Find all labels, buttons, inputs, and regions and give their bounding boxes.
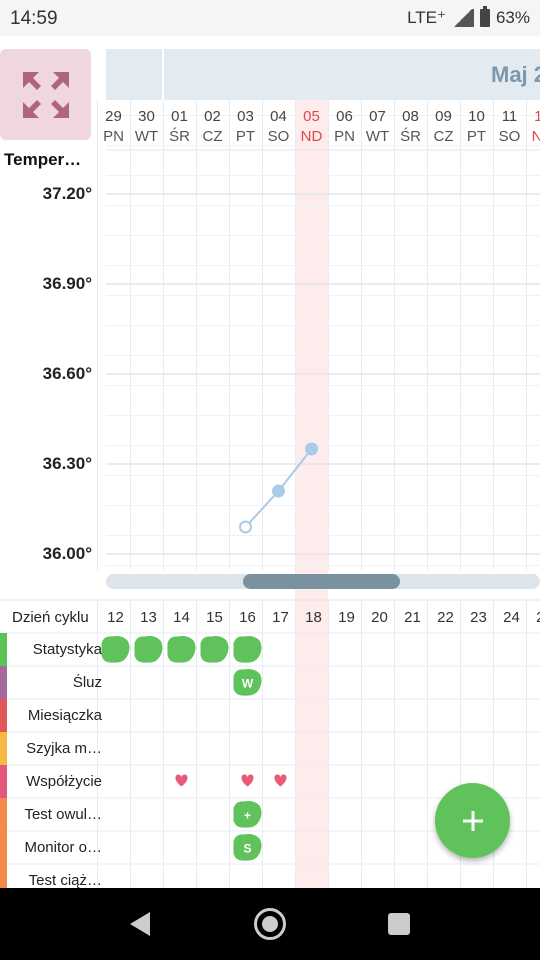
cycle-day-number: 12: [107, 609, 124, 626]
cycle-day-number: 15: [206, 609, 223, 626]
scrollbar-thumb[interactable]: [243, 574, 400, 589]
today-column-highlight: [295, 100, 328, 888]
day-number[interactable]: 10: [468, 108, 485, 125]
network-type: LTE⁺: [407, 8, 446, 27]
entry-mark[interactable]: [101, 636, 130, 663]
table-row-label[interactable]: Miesiączka: [8, 707, 102, 724]
entry-mark[interactable]: [134, 636, 163, 663]
row-color-indicator: [0, 732, 7, 765]
row-color-indicator: [0, 666, 7, 699]
day-number[interactable]: 12: [534, 108, 540, 125]
day-weekday[interactable]: PN: [103, 128, 124, 145]
table-row-label[interactable]: Śluz: [8, 674, 102, 691]
day-weekday[interactable]: PN: [334, 128, 355, 145]
cycle-day-number: 24: [503, 609, 520, 626]
battery-icon: [479, 6, 490, 27]
day-weekday[interactable]: CZ: [203, 128, 223, 145]
day-weekday[interactable]: CZ: [434, 128, 454, 145]
row-color-indicator: [0, 765, 7, 798]
status-bar: 14:59 LTE⁺ 63%: [0, 0, 540, 36]
day-number[interactable]: 01: [171, 108, 188, 125]
day-weekday[interactable]: SO: [268, 128, 290, 145]
temperature-point[interactable]: [272, 484, 285, 498]
day-number[interactable]: 02: [204, 108, 221, 125]
calendar-header-band: [106, 49, 540, 100]
table-row-label[interactable]: Współżycie: [8, 773, 102, 790]
add-entry-button[interactable]: [435, 783, 510, 858]
table-row-label[interactable]: Szyjka m…: [8, 740, 102, 757]
entry-mark[interactable]: [167, 636, 196, 663]
entry-mark[interactable]: [200, 636, 229, 663]
temperature-chart[interactable]: 29 PN 30 WT 01 ŚR 02 CZ 03 PT 04 SO 05 ND 06 PN 07 WT 08 ŚR…: [0, 100, 540, 890]
day-number[interactable]: 29: [105, 108, 122, 125]
battery-level: 63%: [495, 8, 530, 27]
temperature-point[interactable]: [305, 442, 318, 456]
cycle-day-number: 25: [536, 609, 540, 626]
day-weekday[interactable]: PT: [467, 128, 486, 145]
month-label: Maj 2: [491, 62, 540, 87]
day-weekday[interactable]: ŚR: [169, 127, 190, 145]
day-number[interactable]: 11: [502, 108, 518, 125]
table-row-label[interactable]: Test ciąż…: [8, 872, 102, 889]
day-number[interactable]: 30: [138, 108, 155, 125]
day-number[interactable]: 07: [369, 108, 386, 125]
cycle-day-number: 16: [239, 609, 256, 626]
table-row-label[interactable]: Monitor o…: [8, 839, 102, 856]
status-icons: LTE⁺ 63%: [407, 6, 530, 28]
entry-mark[interactable]: [233, 636, 262, 663]
back-icon[interactable]: [130, 912, 150, 936]
cycle-day-number: 21: [404, 609, 421, 626]
signal-icon: [451, 9, 474, 27]
day-number[interactable]: 04: [270, 108, 287, 125]
row-color-indicator: [0, 699, 7, 732]
day-weekday[interactable]: WT: [135, 128, 158, 145]
day-number[interactable]: 06: [336, 108, 353, 125]
table-row-label[interactable]: Test owul…: [8, 806, 102, 823]
row-color-indicator: [0, 831, 7, 864]
table-row-label[interactable]: Statystyka: [8, 641, 102, 658]
row-color-indicator: [0, 633, 7, 666]
cycle-day-number: 13: [140, 609, 157, 626]
row-color-indicator: [0, 798, 7, 831]
plus-icon: [462, 810, 483, 831]
day-number[interactable]: 08: [402, 108, 419, 125]
day-weekday[interactable]: PT: [236, 128, 255, 145]
cycle-day-number: 17: [272, 609, 289, 626]
recent-apps-icon[interactable]: [388, 913, 410, 935]
home-icon[interactable]: [254, 908, 286, 940]
day-number[interactable]: 09: [435, 108, 452, 125]
day-weekday[interactable]: ŚR: [400, 127, 421, 145]
day-weekday[interactable]: WT: [366, 128, 389, 145]
cycle-day-number: 22: [437, 609, 454, 626]
status-time: 14:59: [10, 8, 58, 29]
header-divider: [162, 49, 164, 100]
day-number[interactable]: 05: [303, 108, 320, 125]
day-weekday[interactable]: ND: [301, 128, 323, 145]
day-weekday[interactable]: SO: [499, 128, 521, 145]
day-number[interactable]: 03: [237, 108, 254, 125]
heart-icon[interactable]: [274, 774, 287, 787]
entry-mark-text: +: [244, 809, 251, 823]
entry-mark-text: W: [242, 677, 254, 691]
cycle-day-number: 23: [470, 609, 487, 626]
cycle-day-label: Dzień cyklu: [12, 609, 89, 626]
cycle-day-number: 18: [305, 609, 322, 626]
cycle-day-number: 14: [173, 609, 190, 626]
entry-mark-text: S: [243, 842, 251, 856]
day-weekday[interactable]: ND: [532, 128, 540, 145]
cycle-day-number: 19: [338, 609, 355, 626]
heart-icon[interactable]: [175, 774, 188, 787]
cycle-day-number: 20: [371, 609, 388, 626]
heart-icon[interactable]: [241, 774, 254, 787]
temperature-point[interactable]: [239, 520, 252, 534]
